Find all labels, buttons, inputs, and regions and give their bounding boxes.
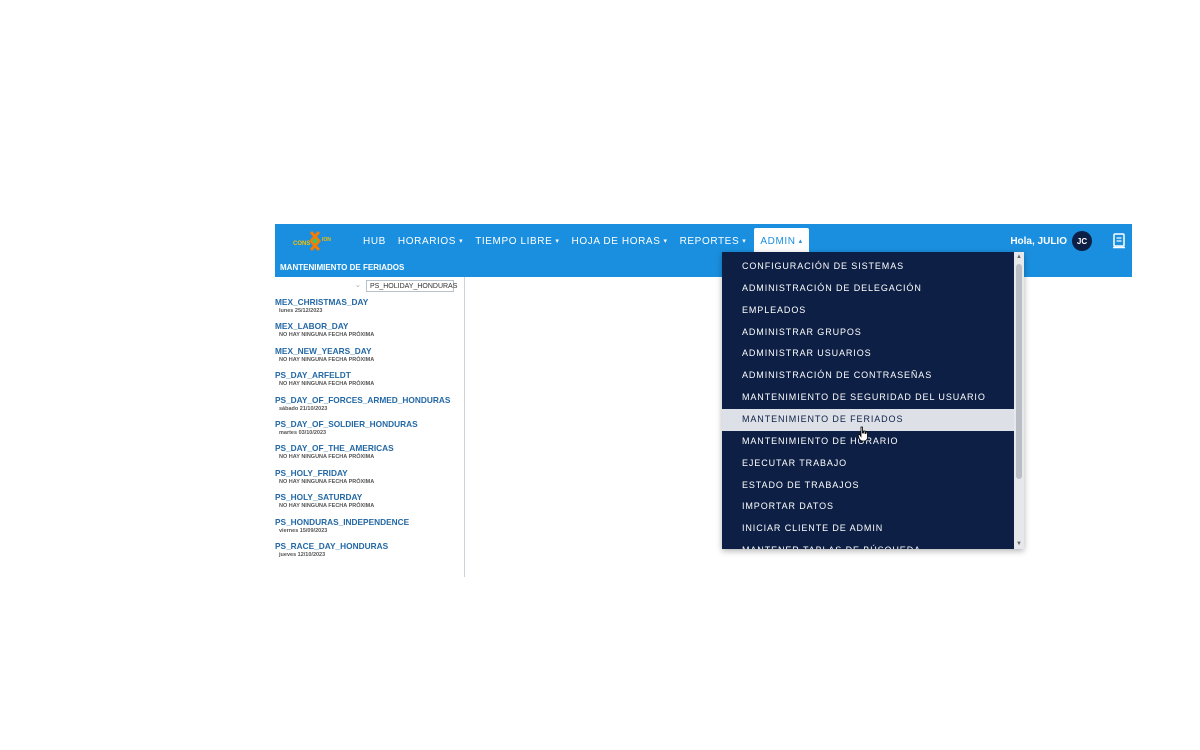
logo[interactable]: CONS ION <box>293 229 337 253</box>
holiday-name[interactable]: MEX_CHRISTMAS_DAY <box>275 297 464 307</box>
holiday-list-item[interactable]: PS_HONDURAS_INDEPENDENCE viernes 15/09/20… <box>275 517 464 541</box>
holiday-next-date: NO HAY NINGUNA FECHA PRÓXIMA <box>279 454 375 461</box>
admin-menu-item[interactable]: EJECUTAR TRABAJO <box>722 453 1014 475</box>
greeting-text: Hola, JULIO <box>1010 235 1067 247</box>
nav-admin[interactable]: ADMIN ▴ <box>754 228 809 254</box>
chevron-down-icon: ▾ <box>742 238 747 245</box>
dropdown-scrollbar[interactable]: ▲ ▼ <box>1014 252 1024 549</box>
holiday-next-date: sábado 21/10/2023 <box>279 405 328 412</box>
admin-menu-item[interactable]: INICIAR CLIENTE DE ADMIN <box>722 518 1014 540</box>
admin-menu-item[interactable]: CONFIGURACIÓN DE SISTEMAS <box>722 256 1014 278</box>
holiday-name[interactable]: MEX_NEW_YEARS_DAY <box>275 346 464 356</box>
chevron-up-icon: ▴ <box>798 238 803 245</box>
holiday-name[interactable]: PS_RACE_DAY_HONDURAS <box>275 541 464 551</box>
svg-text:CONS: CONS <box>293 241 310 247</box>
holiday-list-item[interactable]: PS_RACE_DAY_HONDURAS jueves 12/10/2023 <box>275 541 464 565</box>
nav-reportes[interactable]: REPORTES ▾ <box>680 236 747 247</box>
holiday-next-date: NO HAY NINGUNA FECHA PRÓXIMA <box>279 332 375 339</box>
holiday-list-item[interactable]: MEX_CHRISTMAS_DAY lunes 25/12/2023 <box>275 297 464 321</box>
holiday-filter-select[interactable]: PS_HOLIDAY_HONDURAS <box>366 280 457 292</box>
holiday-list-item[interactable]: PS_DAY_OF_SOLDIER_HONDURAS martes 03/10/2… <box>275 419 464 443</box>
holiday-list-item[interactable]: PS_HOLY_FRIDAY NO HAY NINGUNA FECHA PRÓXI… <box>275 468 464 492</box>
admin-menu-item[interactable]: ADMINISTRACIÓN DE CONTRASEÑAS <box>722 365 1014 387</box>
holiday-name[interactable]: PS_HONDURAS_INDEPENDENCE <box>275 517 464 527</box>
page-title: MANTENIMIENTO DE FERIADOS <box>280 263 405 272</box>
nav-label: HUB <box>363 235 386 247</box>
holiday-list-item[interactable]: PS_DAY_OF_THE_AMERICAS NO HAY NINGUNA FEC… <box>275 443 464 467</box>
nav-hub[interactable]: HUB <box>363 236 386 247</box>
holiday-name[interactable]: PS_DAY_OF_FORCES_ARMED_HONDURAS <box>275 395 464 405</box>
holiday-next-date: martes 03/10/2023 <box>279 429 327 436</box>
admin-menu-item[interactable]: EMPLEADOS <box>722 300 1014 322</box>
holiday-name[interactable]: PS_DAY_OF_SOLDIER_HONDURAS <box>275 419 464 429</box>
user-avatar[interactable]: JC <box>1072 231 1092 251</box>
holiday-name[interactable]: PS_HOLY_FRIDAY <box>275 468 464 478</box>
hand-cursor-icon <box>857 426 868 442</box>
holiday-next-date: viernes 15/09/2023 <box>279 527 328 534</box>
holiday-list-item[interactable]: MEX_LABOR_DAY NO HAY NINGUNA FECHA PRÓXIM… <box>275 321 464 345</box>
svg-text:ION: ION <box>322 237 331 243</box>
document-icon[interactable] <box>1112 233 1126 249</box>
admin-menu-item[interactable]: ESTADO DE TRABAJOS <box>722 475 1014 497</box>
holiday-next-date: NO HAY NINGUNA FECHA PRÓXIMA <box>279 478 375 485</box>
holiday-next-date: NO HAY NINGUNA FECHA PRÓXIMA <box>279 356 375 363</box>
holiday-filter: ⌄ PS_HOLIDAY_HONDURAS <box>275 280 464 294</box>
admin-dropdown-menu: MANTENER TABLAS DE BÚSQUEDAINICIAR CLIEN… <box>722 252 1024 549</box>
holiday-list-item[interactable]: PS_DAY_OF_FORCES_ARMED_HONDURAS sábado 21… <box>275 395 464 419</box>
admin-menu-item[interactable]: ADMINISTRACIÓN DE DELEGACIÓN <box>722 278 1014 300</box>
admin-menu-item[interactable]: IMPORTAR DATOS <box>722 496 1014 518</box>
scroll-down-icon[interactable]: ▼ <box>1016 541 1022 547</box>
holiday-next-date: NO HAY NINGUNA FECHA PRÓXIMA <box>279 381 375 388</box>
nav-hoja-de-horas[interactable]: HOJA DE HORAS ▾ <box>572 236 668 247</box>
holiday-name[interactable]: PS_DAY_ARFELDT <box>275 370 464 380</box>
nav-horarios[interactable]: HORARIOS ▾ <box>398 236 463 247</box>
chevron-down-icon: ▾ <box>555 238 560 245</box>
holiday-next-date: NO HAY NINGUNA FECHA PRÓXIMA <box>279 503 375 510</box>
nav-label: HOJA DE HORAS <box>571 235 661 247</box>
scrollbar-thumb[interactable] <box>1016 264 1022 479</box>
nav-label: ADMIN <box>760 235 796 247</box>
chevron-down-icon[interactable]: ⌄ <box>355 281 361 289</box>
holiday-list-panel: ⌄ PS_HOLIDAY_HONDURAS MEX_CHRISTMAS_DAY l… <box>275 277 465 577</box>
scroll-up-icon[interactable]: ▲ <box>1016 254 1022 260</box>
holiday-name[interactable]: PS_HOLY_SATURDAY <box>275 492 464 502</box>
chevron-down-icon: ▾ <box>663 238 668 245</box>
nav-label: HORARIOS <box>397 235 457 247</box>
holiday-next-date: lunes 25/12/2023 <box>279 308 323 314</box>
nav-label: TIEMPO LIBRE <box>475 235 553 247</box>
chevron-down-icon: ▾ <box>459 238 464 245</box>
nav-tiempo-libre[interactable]: TIEMPO LIBRE ▾ <box>475 236 559 247</box>
holiday-list-item[interactable]: PS_HOLY_SATURDAY NO HAY NINGUNA FECHA PRÓ… <box>275 492 464 516</box>
admin-menu-item[interactable]: MANTENIMIENTO DE SEGURIDAD DEL USUARIO <box>722 387 1014 409</box>
holiday-next-date: jueves 12/10/2023 <box>279 551 326 558</box>
nav-label: REPORTES <box>679 235 740 247</box>
holiday-list-item[interactable]: MEX_NEW_YEARS_DAY NO HAY NINGUNA FECHA PR… <box>275 346 464 370</box>
admin-menu-item[interactable]: ADMINISTRAR USUARIOS <box>722 343 1014 365</box>
holiday-name[interactable]: MEX_LABOR_DAY <box>275 321 464 331</box>
holiday-name[interactable]: PS_DAY_OF_THE_AMERICAS <box>275 443 464 453</box>
admin-menu-item[interactable]: MANTENER TABLAS DE BÚSQUEDA <box>722 540 1014 549</box>
holiday-list: MEX_CHRISTMAS_DAY lunes 25/12/2023 MEX_LAB… <box>275 297 464 565</box>
holiday-list-item[interactable]: PS_DAY_ARFELDT NO HAY NINGUNA FECHA PRÓXI… <box>275 370 464 394</box>
admin-menu-item[interactable]: ADMINISTRAR GRUPOS <box>722 322 1014 344</box>
